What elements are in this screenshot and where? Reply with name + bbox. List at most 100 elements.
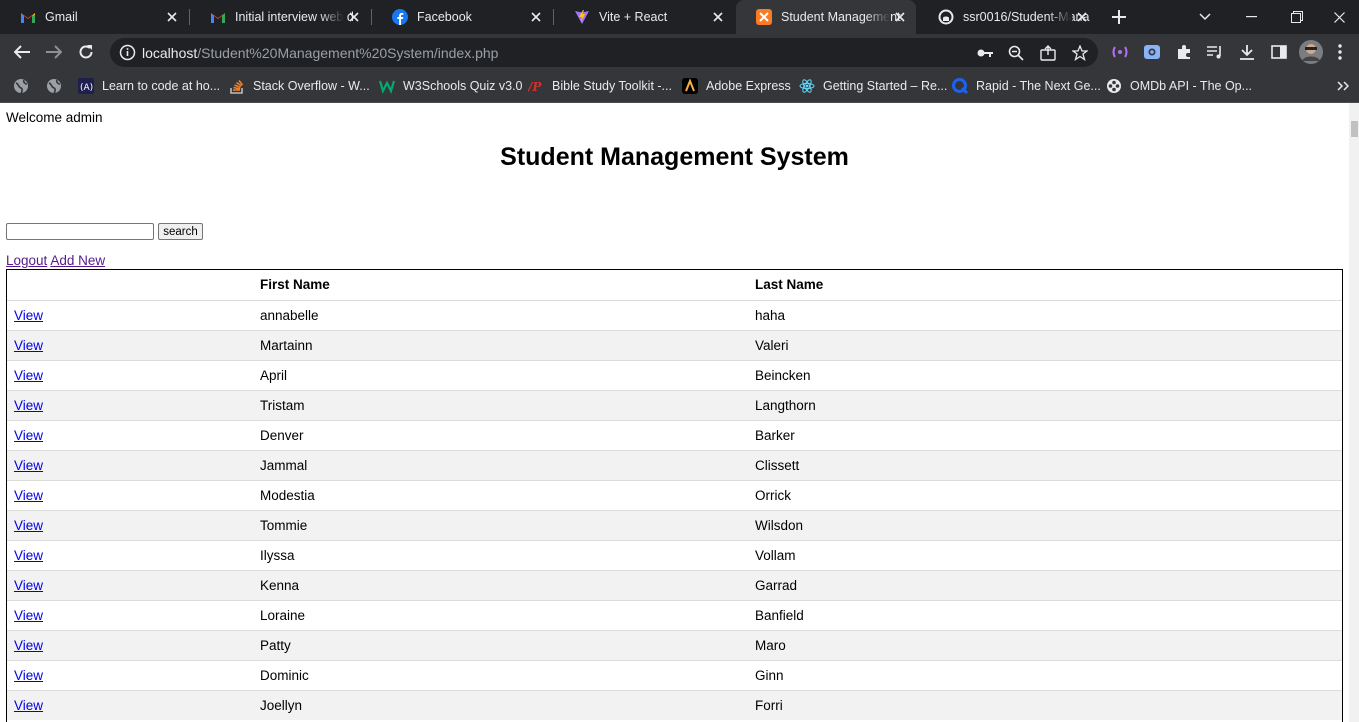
bookmarks-overflow-button[interactable] bbox=[1335, 78, 1351, 94]
close-window-button[interactable] bbox=[1320, 0, 1359, 34]
view-link[interactable]: View bbox=[14, 308, 43, 323]
tab-github[interactable]: ssr0016/Student-Mana bbox=[918, 0, 1098, 34]
view-link[interactable]: View bbox=[14, 398, 43, 413]
close-icon[interactable] bbox=[528, 9, 544, 25]
adobe-icon bbox=[682, 78, 698, 94]
first-name-cell: Martainn bbox=[253, 329, 748, 360]
reload-button[interactable] bbox=[72, 38, 100, 66]
new-tab-button[interactable] bbox=[1108, 6, 1130, 28]
back-button[interactable] bbox=[8, 38, 36, 66]
extensions-puzzle-icon[interactable] bbox=[1170, 38, 1198, 66]
zoom-icon[interactable] bbox=[1007, 44, 1025, 62]
gmail-icon bbox=[210, 9, 226, 25]
close-icon[interactable] bbox=[164, 9, 180, 25]
share-icon[interactable] bbox=[1039, 44, 1057, 62]
side-panel-icon[interactable] bbox=[1265, 38, 1293, 66]
globe-icon[interactable] bbox=[13, 78, 29, 94]
info-icon[interactable] bbox=[119, 44, 136, 61]
search-button[interactable]: search bbox=[158, 223, 203, 240]
last-name-cell: Beincken bbox=[748, 359, 1342, 390]
students-table: First Name Last Name View annabelle haha V… bbox=[7, 270, 1342, 720]
table-header-row: First Name Last Name bbox=[7, 270, 1342, 300]
view-link[interactable]: View bbox=[14, 338, 43, 353]
forward-button[interactable] bbox=[40, 38, 68, 66]
avatar[interactable] bbox=[1297, 38, 1325, 66]
view-link[interactable]: View bbox=[14, 668, 43, 683]
bookmark-stackoverflow[interactable]: Stack Overflow - W... bbox=[229, 76, 370, 96]
chevron-down-icon bbox=[1199, 13, 1211, 21]
menu-kebab-icon[interactable] bbox=[1330, 38, 1350, 66]
last-name-cell: Garrad bbox=[748, 569, 1342, 600]
w3schools-icon bbox=[379, 78, 395, 94]
view-link[interactable]: View bbox=[14, 578, 43, 593]
gmail-icon bbox=[20, 9, 36, 25]
first-name-cell: Tristam bbox=[253, 389, 748, 420]
close-icon[interactable] bbox=[892, 9, 908, 25]
close-icon[interactable] bbox=[346, 9, 362, 25]
close-icon[interactable] bbox=[710, 9, 726, 25]
bible-icon: /P bbox=[528, 78, 544, 94]
bookmark-react-docs[interactable]: Getting Started – Re... bbox=[799, 76, 947, 96]
view-link[interactable]: View bbox=[14, 608, 43, 623]
tab-vite[interactable]: Vite + React bbox=[554, 0, 734, 34]
add-new-link[interactable]: Add New bbox=[50, 253, 105, 268]
bookmark-rapid[interactable]: Rapid - The Next Ge... bbox=[952, 76, 1101, 96]
last-name-cell: haha bbox=[748, 299, 1342, 330]
bookmark-adobe-express[interactable]: Adobe Express bbox=[682, 76, 791, 96]
view-link[interactable]: View bbox=[14, 458, 43, 473]
star-icon[interactable] bbox=[1071, 44, 1089, 62]
first-name-cell: April bbox=[253, 359, 748, 390]
tab-facebook[interactable]: Facebook bbox=[372, 0, 552, 34]
tab-gmail[interactable]: Gmail bbox=[0, 0, 188, 34]
logout-link[interactable]: Logout bbox=[6, 253, 47, 268]
facebook-icon bbox=[392, 9, 408, 25]
table-row: View Ilyssa Vollam bbox=[7, 539, 1342, 570]
view-link[interactable]: View bbox=[14, 518, 43, 533]
table-row: View Loraine Banfield bbox=[7, 599, 1342, 630]
first-name-cell: Patty bbox=[253, 629, 748, 660]
stackoverflow-icon bbox=[229, 78, 245, 94]
column-header-actions bbox=[7, 270, 253, 300]
view-link[interactable]: View bbox=[14, 368, 43, 383]
page-scrollbar[interactable] bbox=[1349, 103, 1359, 722]
first-name-cell: Joellyn bbox=[253, 689, 748, 720]
minimize-button[interactable] bbox=[1228, 0, 1274, 34]
table-row: View Joellyn Forri bbox=[7, 689, 1342, 720]
forward-arrow-icon bbox=[46, 45, 62, 59]
globe-icon[interactable] bbox=[46, 78, 62, 94]
view-link[interactable]: View bbox=[14, 698, 43, 713]
last-name-cell: Banfield bbox=[748, 599, 1342, 630]
table-row: View annabelle haha bbox=[7, 299, 1342, 330]
welcome-text: Welcome admin bbox=[6, 110, 103, 125]
tab-interview[interactable]: Initial interview web d bbox=[190, 0, 370, 34]
table-row: View Modestia Orrick bbox=[7, 479, 1342, 510]
extension-1-icon[interactable] bbox=[1106, 38, 1134, 66]
last-name-cell: Ginn bbox=[748, 659, 1342, 690]
reading-list-icon[interactable] bbox=[1201, 38, 1229, 66]
double-chevron-right-icon bbox=[1337, 81, 1349, 91]
tab-search-button[interactable] bbox=[1182, 0, 1228, 34]
scrollbar-thumb[interactable] bbox=[1351, 121, 1358, 137]
key-icon[interactable] bbox=[976, 44, 994, 62]
download-icon[interactable] bbox=[1233, 38, 1261, 66]
view-link[interactable]: View bbox=[14, 548, 43, 563]
view-link[interactable]: View bbox=[14, 428, 43, 443]
view-link[interactable]: View bbox=[14, 488, 43, 503]
tab-student-management[interactable]: Student Management bbox=[736, 0, 916, 34]
extension-2-icon[interactable] bbox=[1138, 38, 1166, 66]
bookmark-codecademy[interactable]: (A) Learn to code at ho... bbox=[78, 76, 220, 96]
page-content: Welcome admin Student Management System … bbox=[0, 103, 1359, 722]
codecademy-icon: (A) bbox=[78, 78, 94, 94]
first-name-cell: Ilyssa bbox=[253, 539, 748, 570]
view-link[interactable]: View bbox=[14, 638, 43, 653]
search-input[interactable] bbox=[6, 223, 154, 240]
address-bar[interactable]: localhost/Student%20Management%20System/… bbox=[110, 38, 1098, 67]
table-row: View Patty Maro bbox=[7, 629, 1342, 660]
restore-button[interactable] bbox=[1274, 0, 1320, 34]
last-name-cell: Clissett bbox=[748, 449, 1342, 480]
close-icon[interactable] bbox=[1074, 9, 1090, 25]
bookmark-omdb[interactable]: OMDb API - The Op... bbox=[1106, 76, 1252, 96]
first-name-cell: Modestia bbox=[253, 479, 748, 510]
bookmark-bible-study[interactable]: /P Bible Study Toolkit -... bbox=[528, 76, 672, 96]
bookmark-w3schools[interactable]: W3Schools Quiz v3.0 bbox=[379, 76, 523, 96]
